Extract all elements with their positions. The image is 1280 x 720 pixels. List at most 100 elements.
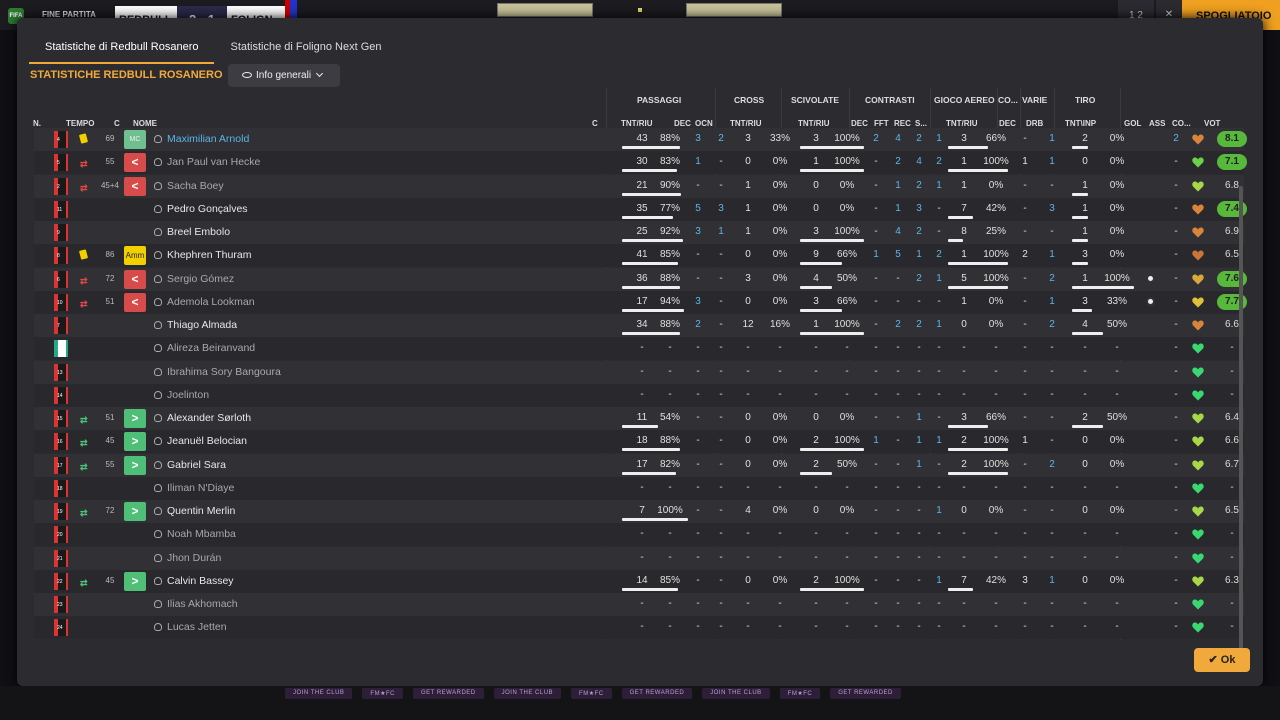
table-row[interactable]: 17 ⇄ 55 > Gabriel Sara 17 82% - - 0 0% 2 50% - - 1 - 2 100…	[34, 453, 1244, 477]
player-name[interactable]: Khephren Thuram	[167, 249, 251, 261]
tab-away-stats[interactable]: Statistiche di Foligno Next Gen	[214, 32, 397, 64]
group-contrasti: CONTRASTI	[865, 95, 915, 105]
table-row[interactable]: 23 Ilias Akhomach - - - - - - - - - - - - - - - - - - - -	[34, 593, 1244, 616]
player-name[interactable]: Jhon Durán	[167, 552, 221, 564]
pass-ocn: -	[719, 574, 723, 586]
player-name[interactable]: Gabriel Sara	[167, 459, 226, 471]
co-dec: -	[1023, 179, 1027, 191]
scrollbar[interactable]	[1239, 186, 1243, 656]
assist-value: -	[1174, 435, 1178, 447]
col-header-con-dec[interactable]: DEC	[851, 119, 868, 128]
table-row[interactable]: 6 ⇄ 72 < Sergio Gómez 36 88% - - 3 0% 4 50% - - 2 1 5 100%…	[34, 267, 1247, 291]
player-name[interactable]: Jan Paul van Hecke	[167, 156, 260, 168]
heart-icon	[1192, 343, 1204, 354]
col-header-gol[interactable]: GOL	[1124, 119, 1141, 128]
table-row[interactable]: 8 86 Amm Khephren Thuram 41 85% - - 0 0% 9 66% 1 5 1 2 1…	[34, 244, 1244, 268]
sciv-tnt: -	[814, 388, 818, 400]
col-header-c2[interactable]: C	[592, 119, 598, 128]
col-header-pass-ocn[interactable]: OCN	[695, 119, 713, 128]
col-header-co2[interactable]: CO...	[1172, 119, 1191, 128]
sciv-tnt: 2	[813, 574, 819, 586]
col-header-pass-tnt[interactable]: TNT/RIU	[621, 119, 653, 128]
shot-accuracy-bar	[1072, 146, 1088, 149]
table-row[interactable]: 4 69 MC Maximilian Arnold 43 88% 3 2 3 33% 3 100% 2 4…	[34, 128, 1247, 151]
player-name[interactable]: Breel Embolo	[167, 226, 230, 238]
ticker-items: JOIN THE CLUB FM★FC GET REWARDED JOIN THE C…	[285, 688, 901, 699]
assist-value: 2	[1173, 133, 1179, 144]
ok-button[interactable]: ✔ Ok	[1194, 648, 1250, 672]
player-name[interactable]: Quentin Merlin	[167, 505, 235, 517]
col-header-ass[interactable]: ASS	[1149, 119, 1165, 128]
col-header-tiro-tnt[interactable]: TNT\INP	[1065, 119, 1096, 128]
tiro-inp: -	[1115, 621, 1119, 633]
player-name[interactable]: Jeanuël Belocian	[167, 435, 247, 447]
player-name[interactable]: Lucas Jetten	[167, 621, 227, 633]
col-header-aer-tnt[interactable]: TNT/RIU	[946, 119, 978, 128]
table-row[interactable]: 15 ⇄ 51 > Alexander Sørloth 11 54% - - 0 0% 0 0% - - 1 -…	[34, 407, 1244, 430]
player-name[interactable]: Joelinton	[167, 389, 209, 401]
table-row[interactable]: 11 Pedro Gonçalves 35 77% 5 3 1 0% 0 0% - 1 3 - 7 42% - 3…	[34, 197, 1247, 221]
shot-accuracy-bar	[1072, 308, 1092, 312]
player-name[interactable]: Noah Mbamba	[167, 528, 236, 540]
player-name[interactable]: Sacha Boey	[167, 180, 224, 192]
player-name[interactable]: Iliman N'Diaye	[167, 482, 234, 494]
pass-tnt: 36	[636, 272, 648, 284]
player-name[interactable]: Calvin Bassey	[167, 575, 234, 587]
col-header-vot[interactable]: VOT	[1204, 119, 1220, 128]
player-name[interactable]: Ibrahima Sory Bangoura	[167, 366, 281, 378]
table-row[interactable]: 22 ⇄ 45 > Calvin Bassey 14 85% - -0 0% 2 100% - - -1 7 4…	[34, 569, 1244, 593]
pass-riu: 92%	[659, 226, 680, 237]
tackle-success-bar	[800, 146, 864, 149]
col-header-cross-tnt[interactable]: TNT/RIU	[730, 119, 762, 128]
ticker-item: JOIN THE CLUB	[285, 688, 353, 699]
player-name[interactable]: Alireza Beiranvand	[167, 342, 255, 354]
col-header-nome[interactable]: NOME	[133, 119, 157, 128]
pass-ocn: -	[719, 179, 723, 191]
table-row[interactable]: 24 Lucas Jetten - - - - - - - - - - - - - - - - - - - -	[34, 616, 1244, 640]
table-row[interactable]: 13 Ibrahima Sory Bangoura - - - - - - - - - - - - - - - -…	[34, 360, 1244, 384]
col-header-drb[interactable]: DRB	[1026, 119, 1043, 128]
pass-accuracy-bar	[622, 308, 684, 312]
table-row[interactable]: 18 Iliman N'Diaye - - - - - - - - - - - - - - - - - - - -	[34, 476, 1244, 500]
table-row[interactable]: 2 ⇄ 45+4 < Sacha Boey 21 90% - -1 0% 0 0% -1 2 1 1 0% - -1…	[34, 174, 1244, 198]
contrasti-value: 1	[936, 133, 942, 144]
player-name[interactable]: Thiago Almada	[167, 319, 237, 331]
ticker-item: FM★FC	[779, 688, 821, 699]
player-name[interactable]: Alexander Sørloth	[167, 412, 251, 424]
col-header-tempo[interactable]: TEMPO	[66, 119, 94, 128]
player-name[interactable]: Maximilian Arnold	[167, 133, 249, 145]
table-row[interactable]: 12 Alireza Beiranvand - - - - - - - - - - - - - - - - - - - -	[34, 337, 1244, 361]
player-name[interactable]: Sergio Gómez	[167, 273, 234, 285]
pass-tnt: 43	[636, 133, 648, 144]
table-row[interactable]: 21 Jhon Durán - - - - - - - - - - - - - - - - - - - -	[34, 546, 1244, 570]
contrasti-value: -	[917, 342, 921, 354]
co-dec: -	[1023, 365, 1027, 377]
table-row[interactable]: 14 Joelinton - - - - - - - - - - - - - - - - - - - -	[34, 383, 1244, 407]
pass-dec: -	[696, 435, 700, 447]
player-name[interactable]: Ilias Akhomach	[167, 598, 238, 610]
col-header-con-rec[interactable]: REC	[894, 119, 911, 128]
table-row[interactable]: 5 ⇄ 55 < Jan Paul van Hecke 30 83% 1-0 0% 1 100% -2…	[34, 151, 1247, 175]
col-header-n[interactable]: N.	[33, 119, 41, 128]
col-header-sciv-tnt[interactable]: TNT/RIU	[798, 119, 830, 128]
table-row[interactable]: 10 ⇄ 51 < Ademola Lookman 17 94% 3 - 0 0% 3 66% - - - - 1…	[34, 290, 1247, 314]
pass-dec: -	[696, 574, 700, 586]
table-row[interactable]: 7 Thiago Almada 34 88% 2-12 16% 1 100% -2 2 1 0 0% -2…	[34, 314, 1244, 337]
view-dropdown[interactable]: Info generali	[228, 64, 340, 87]
pass-riu: 88%	[659, 435, 680, 447]
table-row[interactable]: 19 ⇄ 72 > Quentin Merlin 7 100% - -4 0% 0 0% - - -1 0 0%…	[34, 500, 1244, 523]
player-name[interactable]: Ademola Lookman	[167, 296, 255, 308]
table-row[interactable]: 20 Noah Mbamba - - - - - - - - - - - - - - - - - - - -	[34, 523, 1244, 547]
col-header-c[interactable]: C	[114, 119, 120, 128]
player-name[interactable]: Pedro Gonçalves	[167, 203, 248, 215]
col-header-co-dec[interactable]: DEC	[999, 119, 1016, 128]
table-row[interactable]: 9 Breel Embolo 25 92% 3 1 1 0% 3 100% - 4 2 - 8 25% - - 1 0…	[34, 221, 1244, 244]
col-header-con-fft[interactable]: FFT	[874, 119, 889, 128]
pass-accuracy-bar	[622, 215, 673, 219]
tackle-success-bar	[800, 471, 832, 475]
col-header-pass-dec[interactable]: DEC	[674, 119, 691, 128]
table-row[interactable]: 16 ⇄ 45 > Jeanuël Belocian 18 88% - -0 0% 2 100% 1-1…	[34, 430, 1244, 454]
tiro-tnt: 4	[1082, 319, 1088, 330]
col-header-con-s[interactable]: S...	[915, 119, 927, 128]
tab-home-stats[interactable]: Statistiche di Redbull Rosanero	[29, 32, 215, 64]
